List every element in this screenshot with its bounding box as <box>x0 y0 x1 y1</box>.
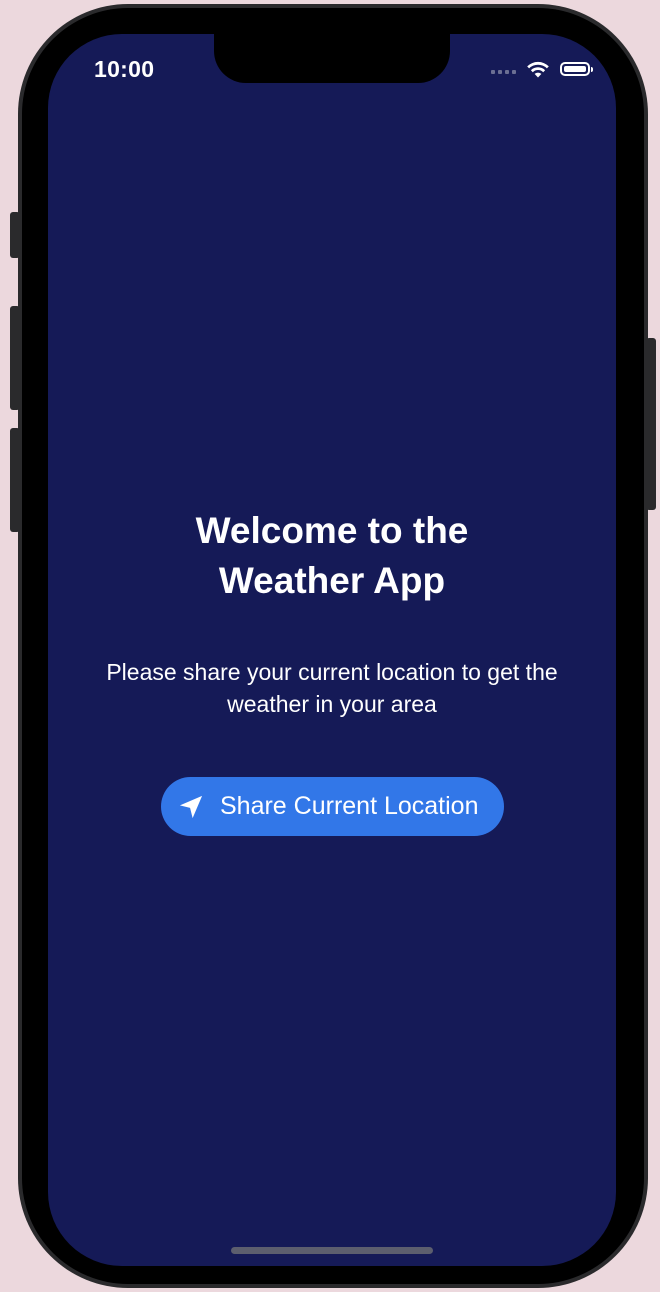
silent-switch <box>10 212 20 258</box>
status-icons <box>491 60 593 78</box>
notch <box>214 34 450 83</box>
home-indicator[interactable] <box>231 1247 433 1254</box>
volume-down-button <box>10 428 20 532</box>
wifi-icon <box>527 61 549 78</box>
app-screen: 10:00 Welcome to the Weather App Please … <box>48 34 616 1266</box>
volume-up-button <box>10 306 20 410</box>
status-time: 10:00 <box>94 56 155 82</box>
power-button <box>646 338 656 510</box>
share-location-button[interactable]: Share Current Location <box>161 777 504 836</box>
welcome-subtitle: Please share your current location to ge… <box>106 659 558 717</box>
welcome-title: Welcome to the Weather App <box>195 510 469 601</box>
battery-icon <box>560 62 593 76</box>
location-arrow-icon <box>177 793 205 821</box>
cellular-signal-icon <box>491 70 516 74</box>
share-location-label: Share Current Location <box>220 792 479 820</box>
